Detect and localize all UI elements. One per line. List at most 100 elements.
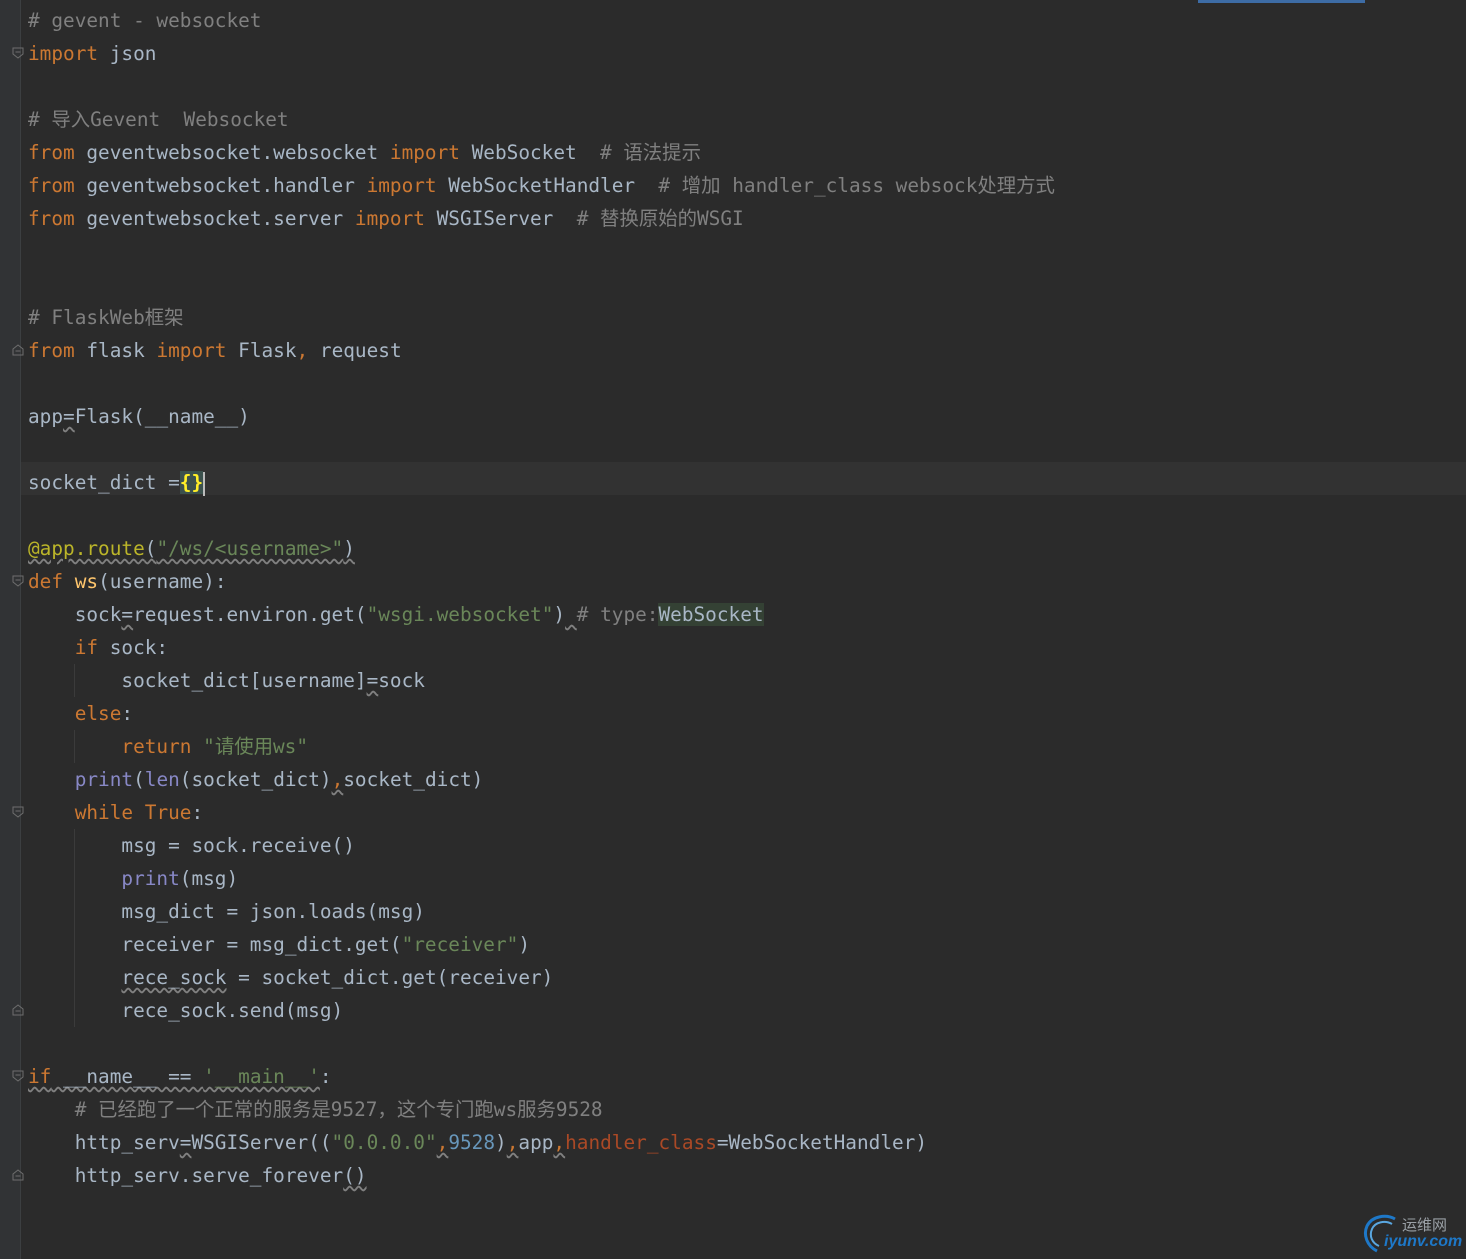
fold-open-icon[interactable] [12,806,24,818]
code-token: sock [28,603,122,626]
code-line[interactable]: if sock: [28,631,168,664]
code-token: ws [74,570,99,593]
code-line[interactable]: sock=request.environ.get("wsgi.websocket… [28,598,764,631]
code-line[interactable]: return "请使用ws" [28,730,308,763]
code-line[interactable]: rece_sock.send(msg) [28,994,343,1027]
fold-open-icon[interactable] [12,1070,24,1082]
code-token: flask [74,339,157,362]
code-token: http_serv [28,1131,180,1154]
code-line[interactable]: import json [28,37,156,70]
scrollbar-thumb[interactable] [1198,0,1365,3]
code-token: from [28,207,75,230]
code-token: , [553,1131,566,1154]
code-line[interactable]: if __name__ == '__main__': [28,1060,332,1093]
code-line[interactable]: @app.route("/ws/<username>") [28,532,355,565]
code-token: while [74,801,134,824]
code-line[interactable]: # 导入Gevent Websocket [28,103,289,136]
code-token: socket_dict) [343,768,484,791]
code-token: import [156,339,227,362]
code-line[interactable]: while True: [28,796,203,829]
fold-open-icon[interactable] [12,575,24,587]
code-token: def [28,570,64,593]
code-token: app [28,405,64,428]
code-line[interactable]: http_serv=WSGIServer(("0.0.0.0",9528),ap… [28,1126,927,1159]
code-token [203,471,206,496]
code-token: # gevent - websocket [28,9,262,32]
code-token: : [121,702,134,725]
code-token: geventwebsocket.server [74,207,355,230]
code-line[interactable]: http_serv.serve_forever() [28,1159,367,1192]
code-token: app [518,1131,554,1154]
code-token: , [296,339,309,362]
code-token: Flask(__name__) [74,405,250,428]
code-token: (msg) [179,867,239,890]
code-token: ) [495,1131,507,1154]
code-token: # 语法提示 [600,141,701,164]
code-token: msg_dict = json.loads(msg) [28,900,425,923]
code-line[interactable]: print(msg) [28,862,238,895]
code-line[interactable]: print(len(socket_dict),socket_dict) [28,763,484,796]
code-line[interactable]: rece_sock = socket_dict.get(receiver) [28,961,553,994]
code-token: True [144,801,192,824]
code-line[interactable]: def ws(username): [28,565,227,598]
code-token: sock [378,669,425,692]
code-token: = [179,1131,192,1154]
code-token: '__main__' [203,1065,320,1088]
code-token: __name__ == [51,1065,204,1088]
code-line[interactable]: app=Flask(__name__) [28,400,250,433]
code-line[interactable]: from geventwebsocket.websocket import We… [28,136,701,169]
code-token: # 替换原始的WSGI [576,207,744,230]
watermark-site-en: iyunv.com [1384,1233,1463,1250]
code-line[interactable]: msg = sock.receive() [28,829,355,862]
code-token: = socket_dict.get(receiver) [226,966,554,989]
code-token: from [28,141,75,164]
code-token: ) [553,603,566,626]
code-token: handler_class [565,1131,717,1154]
code-token: # 已经跑了一个正常的服务是9527，这个专门跑ws服务9528 [74,1098,603,1121]
code-line[interactable]: from geventwebsocket.handler import WebS… [28,169,1055,202]
fold-close-icon[interactable] [12,1169,24,1181]
code-token: WSGIServer(( [191,1131,332,1154]
code-line[interactable]: receiver = msg_dict.get("receiver") [28,928,530,961]
code-token: WebSocket [658,603,764,626]
code-token: WSGIServer [424,207,577,230]
code-token: : [319,1065,332,1088]
code-editor[interactable]: # gevent - websocket import json # 导入Geven… [0,0,1466,1259]
code-token: () [343,1164,367,1187]
fold-close-icon[interactable] [12,1004,24,1016]
code-token: # FlaskWeb框架 [28,306,184,329]
code-token: json [98,42,157,65]
code-token: msg = sock.receive() [28,834,355,857]
code-token: = [121,603,134,626]
code-token: len [144,768,180,791]
code-line[interactable]: # gevent - websocket [28,4,261,37]
code-token: print [121,867,180,890]
code-line[interactable]: socket_dict ={} [28,466,206,499]
code-token: rece_sock [121,966,227,989]
code-token: rece_sock.send(msg) [28,999,344,1022]
fold-close-icon[interactable] [12,344,24,356]
code-token: # 增加 handler_class websock处理方式 [658,174,1055,197]
code-token: import [354,207,425,230]
code-line[interactable]: else: [28,697,133,730]
code-line[interactable]: # FlaskWeb框架 [28,301,184,334]
code-token: : [191,801,204,824]
code-token: http_serv.serve_forever [28,1164,344,1187]
code-line[interactable]: from flask import Flask, request [28,334,402,367]
code-line[interactable]: from geventwebsocket.server import WSGIS… [28,202,744,235]
code-token: =WebSocketHandler) [716,1131,928,1154]
code-token: = [63,405,75,428]
code-line[interactable]: socket_dict[username]=sock [28,664,425,697]
code-token: # 导入Gevent Websocket [28,108,289,131]
current-line-highlight [21,462,1466,495]
fold-open-icon[interactable] [12,47,24,59]
code-line[interactable]: # 已经跑了一个正常的服务是9527，这个专门跑ws服务9528 [28,1093,603,1126]
code-line[interactable]: msg_dict = json.loads(msg) [28,895,425,928]
code-token: else [74,702,122,725]
